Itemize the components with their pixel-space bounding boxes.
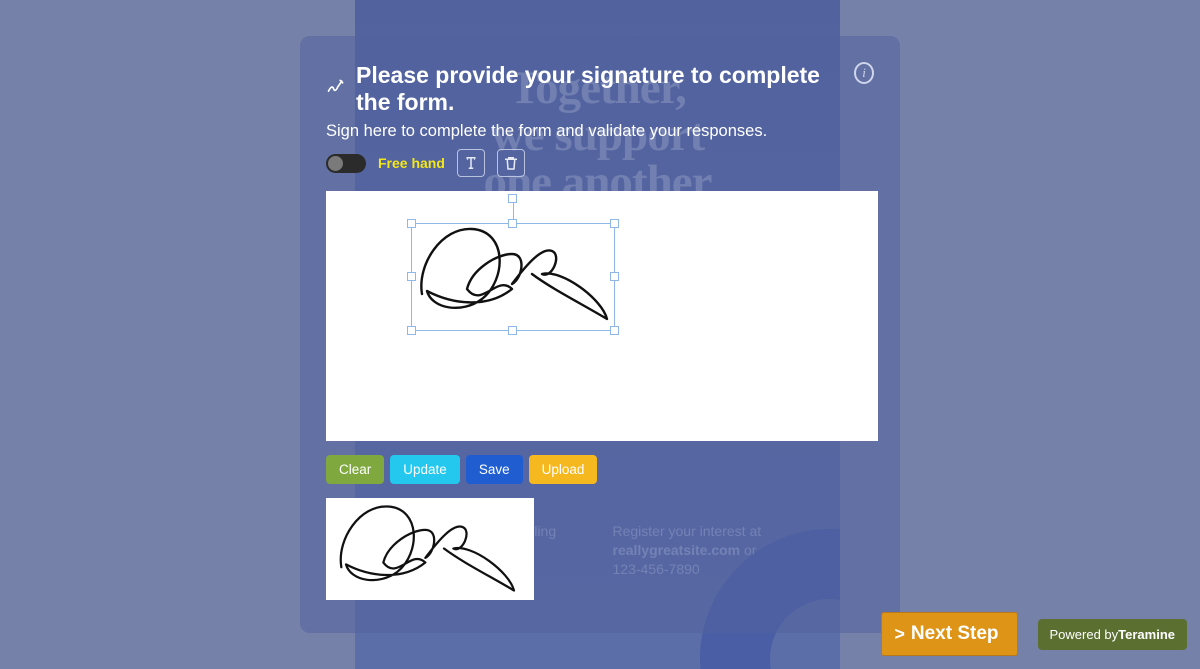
signature-preview-stroke [330,500,530,598]
resize-handle-sw[interactable] [407,326,416,335]
resize-handle-e[interactable] [610,272,619,281]
signature-canvas[interactable] [326,191,878,441]
freehand-toggle[interactable] [326,154,366,173]
modal-header: Please provide your signature to complet… [326,62,874,116]
selection-box[interactable] [411,223,615,331]
modal-subtitle: Sign here to complete the form and valid… [326,122,874,141]
text-tool-button[interactable] [457,149,485,177]
signature-icon [326,76,346,103]
powered-brand: Teramine [1118,627,1175,642]
signature-modal: Please provide your signature to complet… [300,36,900,633]
resize-handle-nw[interactable] [407,219,416,228]
save-button[interactable]: Save [466,455,523,484]
update-button[interactable]: Update [390,455,460,484]
action-buttons: Clear Update Save Upload [326,455,874,484]
clear-button[interactable]: Clear [326,455,384,484]
modal-title-row: Please provide your signature to complet… [326,62,854,116]
powered-prefix: Powered by [1050,627,1119,642]
rotate-handle[interactable] [508,194,517,203]
upload-button[interactable]: Upload [529,455,598,484]
signature-preview [326,498,534,600]
toggle-knob [328,156,343,171]
powered-by-badge[interactable]: Powered byTeramine [1038,619,1188,650]
info-icon[interactable]: i [854,62,874,84]
tool-row: Free hand [326,149,874,177]
chevron-right-icon: > [894,624,905,645]
next-step-button[interactable]: > Next Step [881,612,1017,656]
resize-handle-ne[interactable] [610,219,619,228]
delete-tool-button[interactable] [497,149,525,177]
resize-handle-se[interactable] [610,326,619,335]
modal-title: Please provide your signature to complet… [356,62,854,116]
resize-handle-w[interactable] [407,272,416,281]
freehand-label: Free hand [378,155,445,171]
next-step-label: Next Step [911,623,999,645]
resize-handle-n[interactable] [508,219,517,228]
bottom-bar: > Next Step Powered byTeramine [881,612,1187,656]
resize-handle-s[interactable] [508,326,517,335]
